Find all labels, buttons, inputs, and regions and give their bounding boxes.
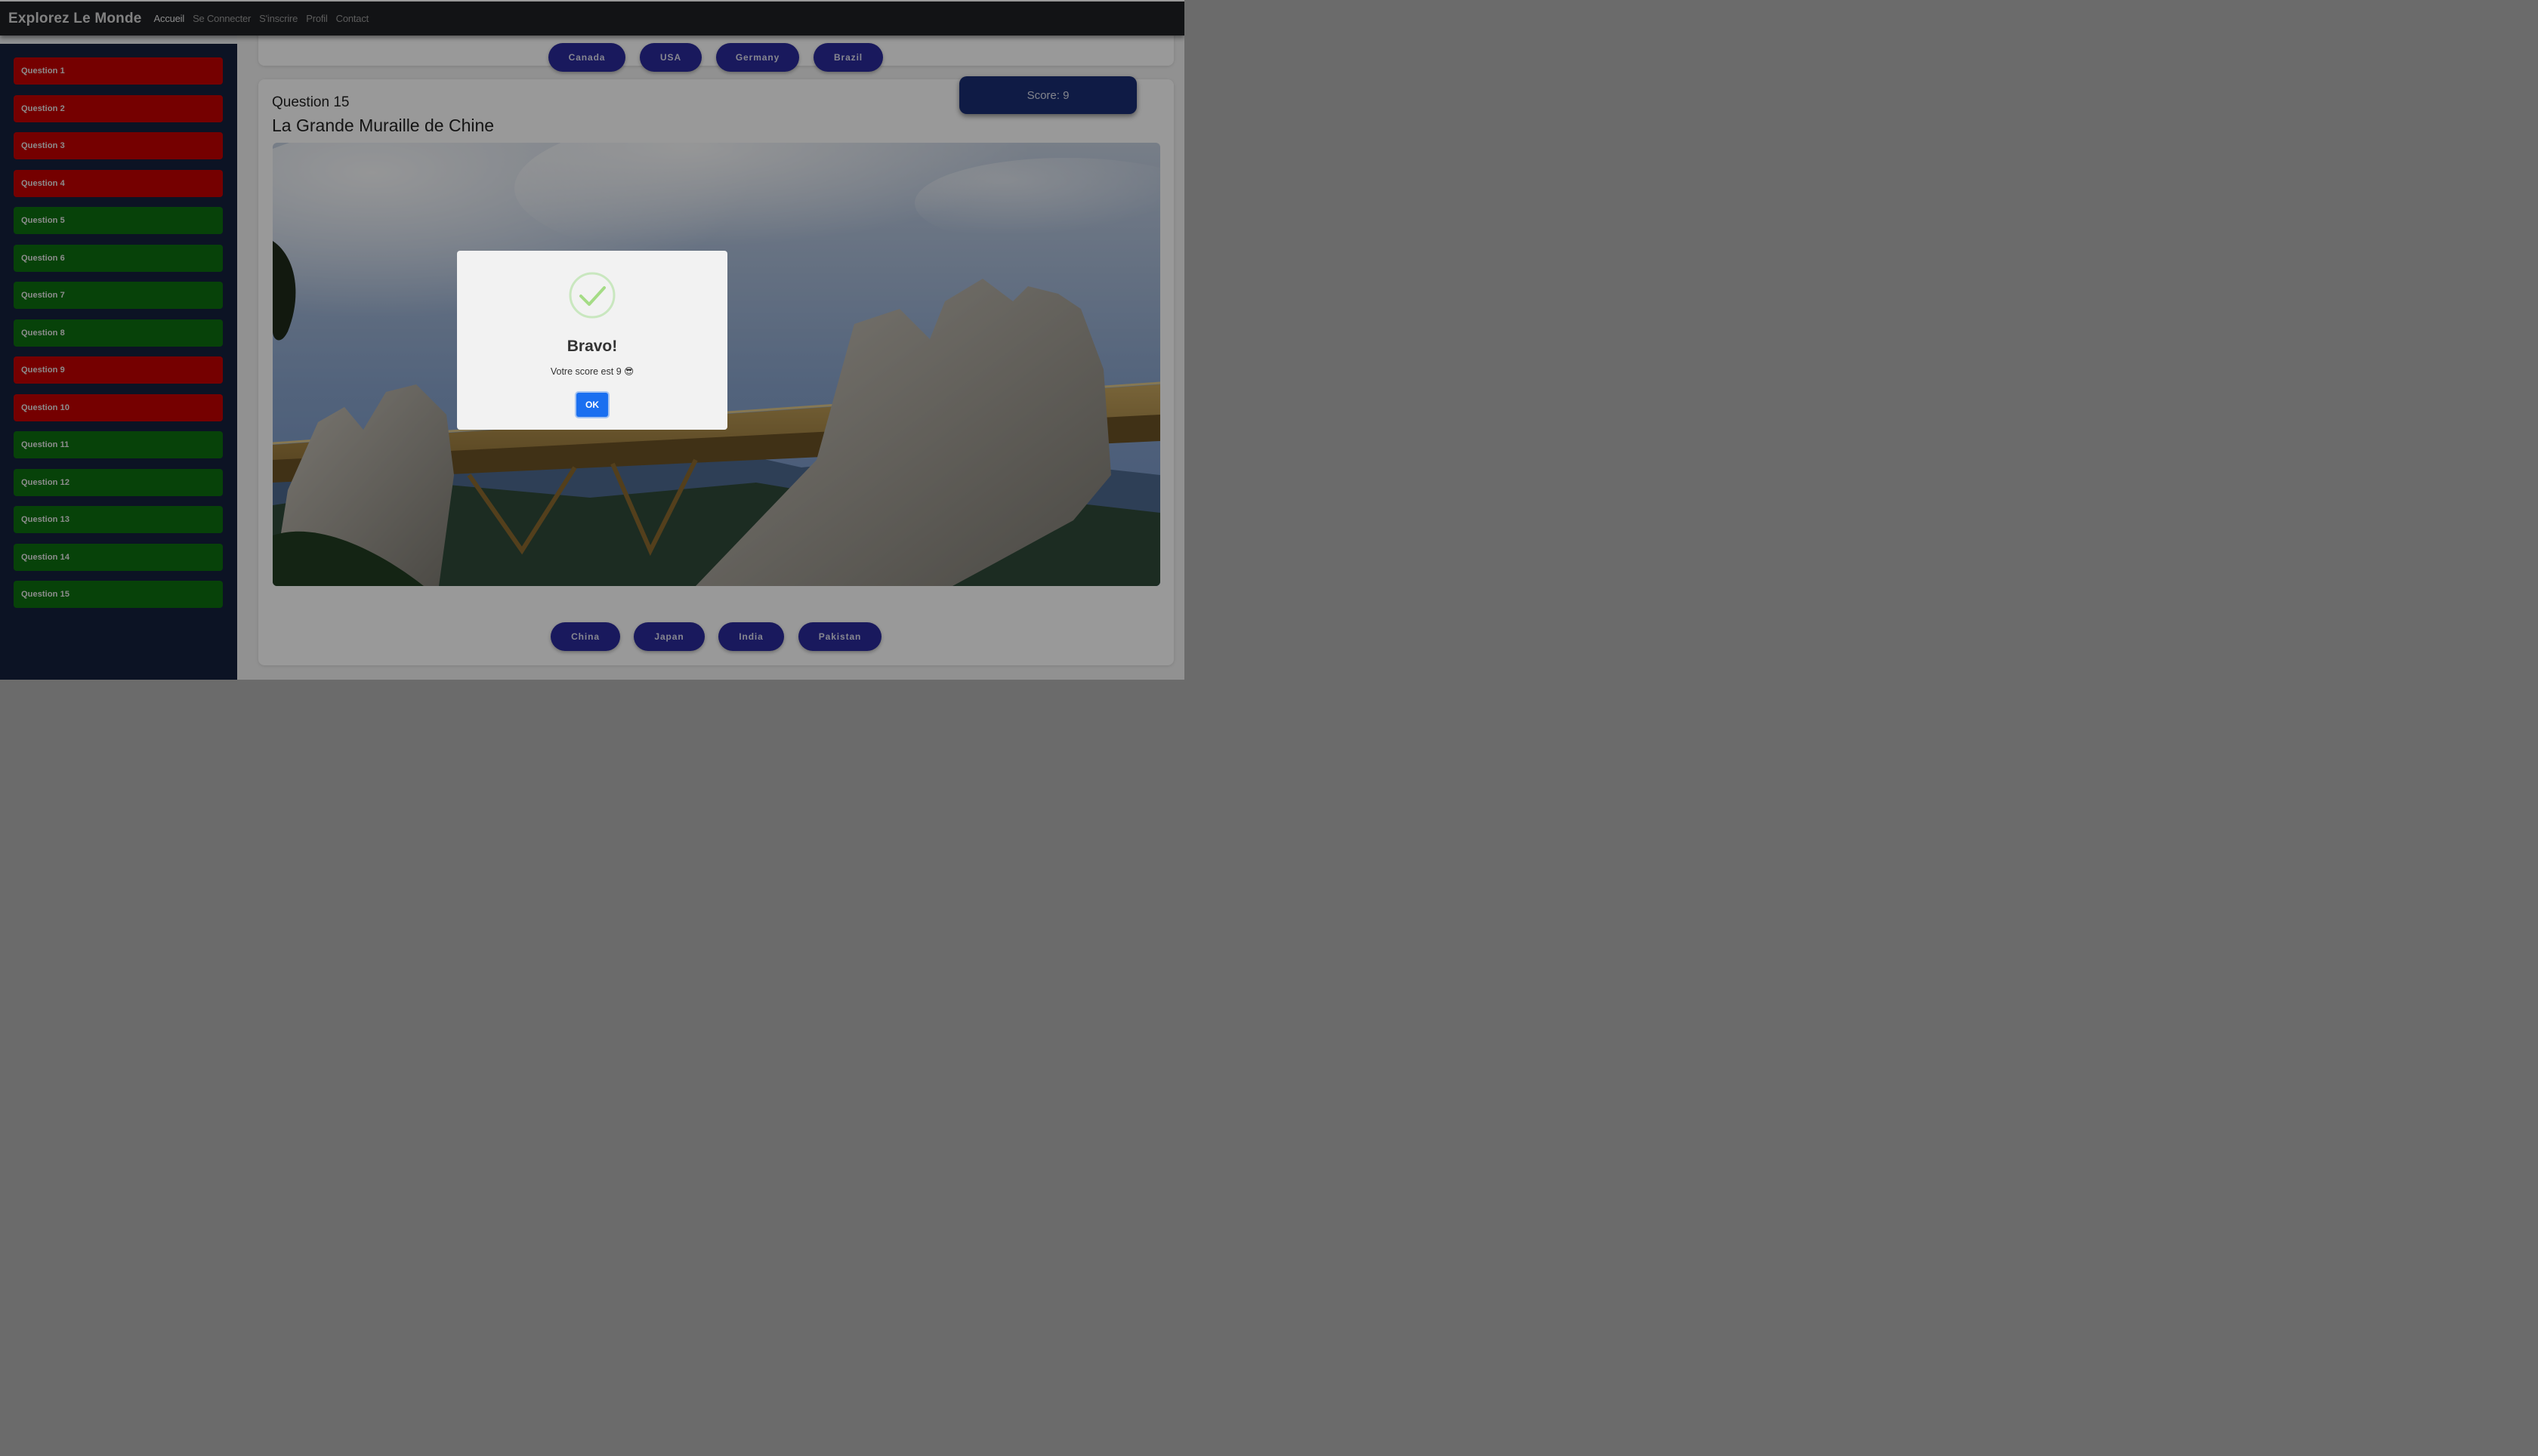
ok-button[interactable]: OK [576, 393, 608, 417]
success-check-icon [569, 272, 616, 319]
app-viewport: Explorez Le Monde Accueil Se Connecter S… [0, 0, 1184, 680]
result-dialog: Bravo! Votre score est 9 😎 OK [457, 251, 727, 430]
dialog-title: Bravo! [567, 338, 618, 355]
dialog-message: Votre score est 9 😎 [550, 366, 634, 377]
